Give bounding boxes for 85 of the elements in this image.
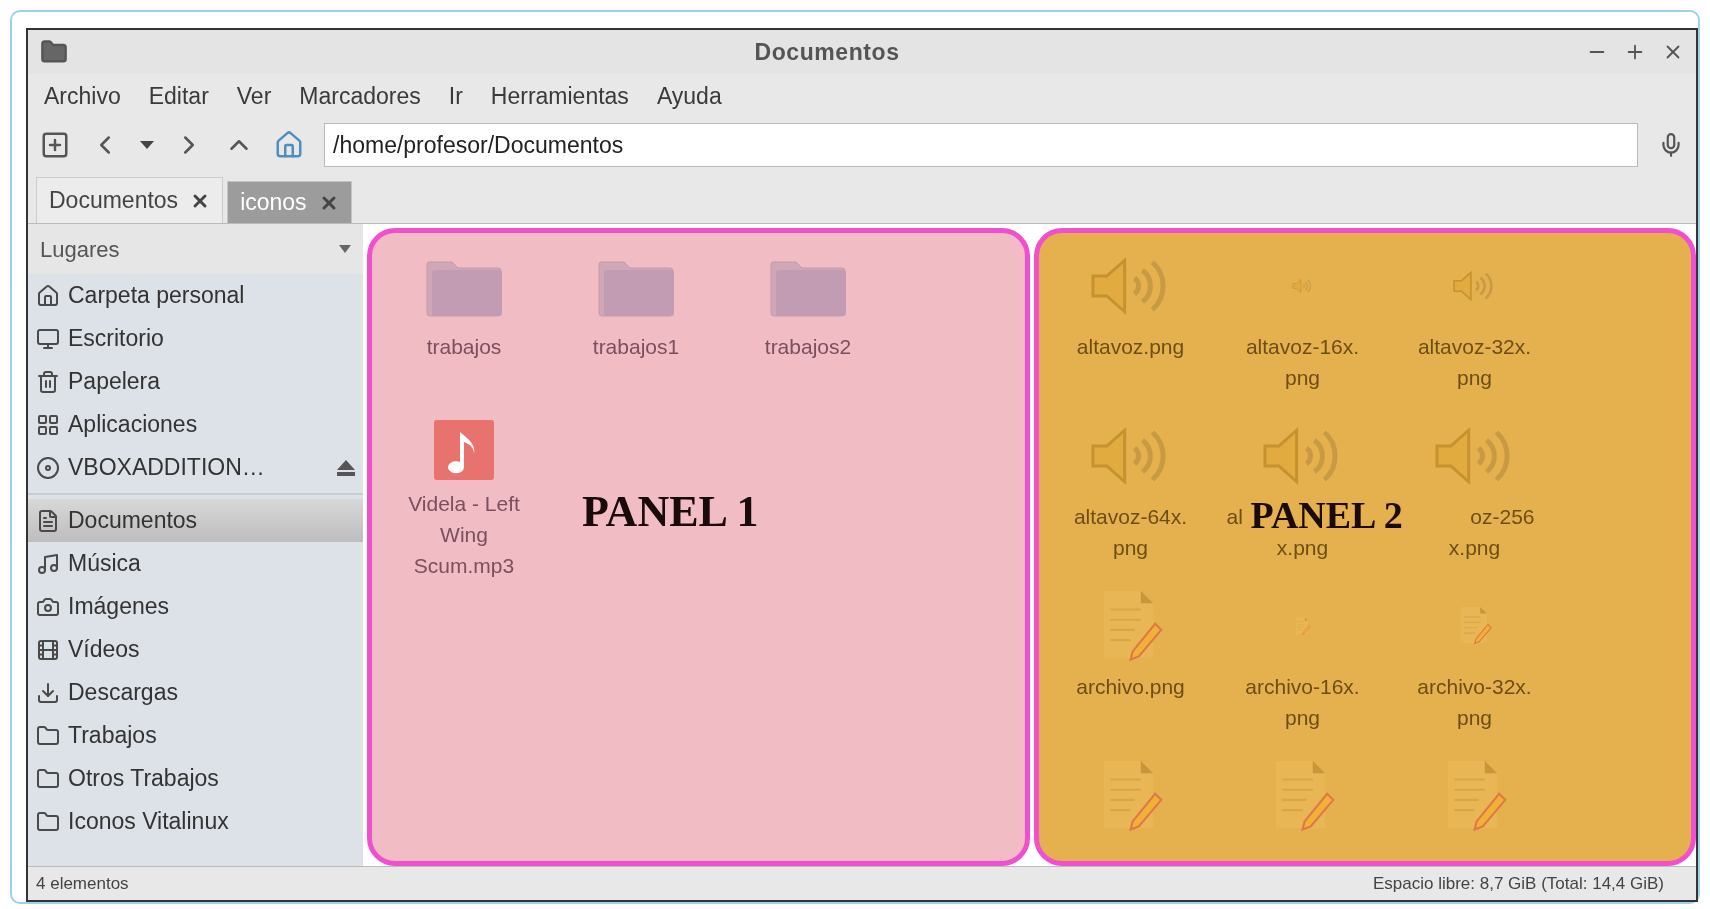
free-space-text: Espacio libre: 8,7 GiB (Total: 14,4 GiB): [1372, 872, 1664, 895]
file-name[interactable]: altavoz-32x.: [1417, 331, 1532, 362]
file-name[interactable]: archivo.png: [1076, 671, 1185, 702]
sidebar-item[interactable]: Aplicaciones: [28, 403, 363, 446]
menu-item[interactable]: Archivo: [44, 78, 121, 114]
music-file-icon: [432, 417, 496, 482]
sidebar-label: Iconos Vitalinux: [68, 807, 230, 837]
location-field[interactable]: /home/profesor/Documentos: [324, 123, 1638, 167]
sidebar-item[interactable]: Música: [28, 542, 363, 585]
grid-icon: [36, 412, 60, 437]
sidebar-item[interactable]: Trabajos: [28, 714, 363, 757]
sidebar-label: Descargas: [68, 678, 179, 708]
sidebar-label: Aplicaciones: [68, 410, 199, 440]
file-name[interactable]: oz-256: [1470, 501, 1555, 532]
file-name[interactable]: trabajos1: [592, 331, 680, 362]
sidebar-label: VBOXADDITION…: [68, 453, 266, 483]
file-name[interactable]: x.png: [1276, 532, 1329, 563]
status-text: 4 elementos: [36, 872, 129, 895]
sidebar-item[interactable]: Documentos: [28, 499, 363, 542]
file-name[interactable]: trabajos: [426, 331, 502, 362]
tab[interactable]: Documentos: [36, 177, 224, 223]
panel-annotation: PANEL 1: [582, 488, 759, 536]
music-note-icon: [36, 551, 60, 576]
sidebar-item[interactable]: Imágenes: [28, 585, 363, 628]
file-name[interactable]: Scum.mp3: [413, 550, 515, 581]
file-name[interactable]: altavoz-64x.: [1073, 501, 1188, 532]
sidebar-item[interactable]: Papelera: [28, 360, 363, 403]
file-name[interactable]: png: [1284, 362, 1320, 393]
menu-item[interactable]: Herramientas: [490, 78, 629, 114]
window-title: Documentos: [753, 37, 901, 67]
eject-icon[interactable]: [337, 459, 355, 476]
folder-icon: [36, 766, 60, 791]
sidebar-item[interactable]: VBOXADDITION…: [28, 446, 363, 489]
film-icon: [36, 637, 60, 662]
disc-icon: [36, 455, 60, 480]
sidebar-item[interactable]: Vídeos: [28, 628, 363, 671]
sidebar-item[interactable]: Carpeta personal: [28, 274, 363, 317]
sidebar-item[interactable]: Iconos Vitalinux: [28, 800, 363, 843]
file-name[interactable]: al: [1222, 501, 1243, 532]
sidebar-item[interactable]: Escritorio: [28, 317, 363, 360]
file-name[interactable]: png: [1112, 532, 1148, 563]
sidebar-label: Documentos: [68, 506, 199, 536]
new-tab-icon[interactable]: [40, 130, 70, 160]
file-name[interactable]: trabajos2: [764, 331, 852, 362]
document-icon: [36, 508, 60, 533]
panel-annotation: PANEL 2: [1250, 495, 1403, 535]
folder-icon: [36, 809, 60, 834]
file-name[interactable]: png: [1284, 702, 1320, 733]
sidebar-label: Vídeos: [68, 635, 141, 665]
file-name[interactable]: Videla - Left: [408, 488, 520, 519]
home-icon: [36, 283, 60, 308]
speaker-icon: [1292, 278, 1313, 294]
sidebar-label: Papelera: [68, 367, 162, 397]
sidebar-label: Música: [68, 549, 142, 579]
menu-item[interactable]: Editar: [148, 78, 209, 114]
sidebar-label: Imágenes: [68, 592, 170, 622]
sidebar-item[interactable]: Descargas: [28, 671, 363, 714]
dropdown-caret-icon[interactable]: [339, 245, 351, 253]
menu-item[interactable]: Ayuda: [656, 78, 722, 114]
download-icon: [36, 680, 60, 705]
folder-icon: [40, 38, 68, 66]
menu-item[interactable]: Ver: [236, 78, 272, 114]
file-name[interactable]: altavoz.png: [1076, 331, 1185, 362]
file-name[interactable]: png: [1456, 362, 1492, 393]
monitor-icon: [36, 326, 60, 351]
sidebar-label: Otros Trabajos: [68, 764, 220, 794]
dropdown-caret-icon[interactable]: [140, 141, 154, 149]
document-pencil-icon: [1294, 616, 1311, 636]
file-name[interactable]: png: [1456, 702, 1492, 733]
file-name[interactable]: archivo-32x.: [1417, 671, 1532, 702]
file-name[interactable]: altavoz-16x.: [1245, 331, 1360, 362]
sidebar-label: Carpeta personal: [68, 281, 246, 311]
menu-item[interactable]: Marcadores: [299, 78, 421, 114]
sidebar-label: Escritorio: [68, 324, 165, 354]
sidebar-item[interactable]: Otros Trabajos: [28, 757, 363, 800]
sidebar-label: Trabajos: [68, 721, 158, 751]
places-title: Lugares: [40, 235, 120, 264]
places-header[interactable]: Lugares: [28, 224, 363, 274]
file-name[interactable]: Wing: [440, 519, 488, 550]
menu-item[interactable]: Ir: [448, 78, 463, 114]
home-icon[interactable]: [274, 130, 304, 160]
folder-icon: [36, 723, 60, 748]
trash-icon: [36, 369, 60, 394]
file-name[interactable]: archivo-16x.: [1245, 671, 1360, 702]
file-name[interactable]: x.png: [1448, 532, 1501, 563]
